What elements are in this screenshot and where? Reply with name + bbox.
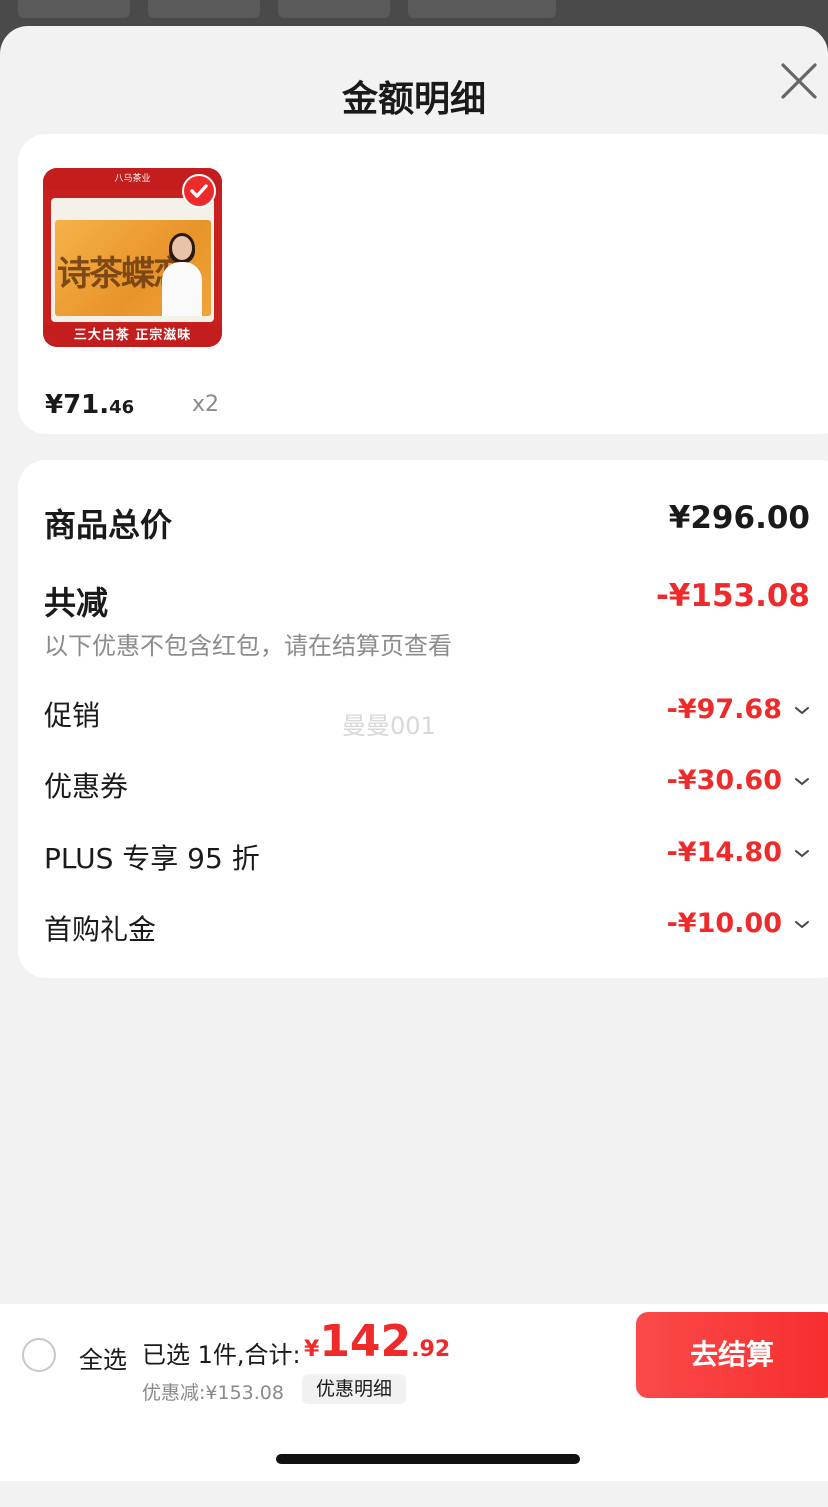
discount-detail-button[interactable]: 优惠明细 <box>302 1374 407 1404</box>
thumb-slogan: 三大白茶 正宗滋味 <box>43 325 222 347</box>
discount-note: 以下优惠不包含红包，请在结算页查看 <box>44 632 452 660</box>
discount-label: PLUS 专享 95 折 <box>44 842 260 875</box>
total-reduce-label: 共减 <box>44 584 109 622</box>
discount-label: 优惠券 <box>44 770 129 803</box>
selected-summary: 已选 1件,合计: <box>142 1341 301 1369</box>
thumb-model <box>160 233 204 316</box>
discount-row-promotion[interactable]: 促销 -¥97.68 <box>44 694 810 734</box>
selected-check-icon <box>182 174 216 208</box>
discount-value: -¥30.60 <box>666 765 782 796</box>
total-price-row: 商品总价 ¥296.00 <box>44 500 810 544</box>
chevron-down-icon <box>795 921 809 929</box>
chevron-down-icon <box>795 778 809 786</box>
home-indicator[interactable] <box>276 1454 580 1464</box>
thumb-tea-box: 诗茶蝶恋 <box>51 198 214 322</box>
close-button[interactable] <box>780 62 818 100</box>
chevron-down-icon <box>795 707 809 715</box>
discount-label: 促销 <box>44 699 101 732</box>
discount-row-coupon[interactable]: 优惠券 -¥30.60 <box>44 765 810 805</box>
home-area <box>0 1414 828 1481</box>
product-card: 八马茶业 诗茶蝶恋 三大白茶 正宗滋味 ¥71.46 x2 <box>18 134 828 434</box>
amount-detail-sheet: 金额明细 八马茶业 诗茶蝶恋 三大白茶 正宗滋味 ¥71.46 x2 商品总价 … <box>0 26 828 1507</box>
total-price-value: ¥296.00 <box>668 500 810 536</box>
chevron-down-icon <box>795 850 809 858</box>
discount-value: -¥14.80 <box>666 837 782 868</box>
total-reduce-row: 共减 -¥153.08 <box>44 578 810 622</box>
product-price: ¥71.46 <box>45 390 135 420</box>
product-thumbnail[interactable]: 八马茶业 诗茶蝶恋 三大白茶 正宗滋味 <box>43 168 222 347</box>
select-all-label[interactable]: 全选 <box>79 1340 127 1375</box>
discount-row-first-purchase[interactable]: 首购礼金 -¥10.00 <box>44 908 810 948</box>
sheet-title: 金额明细 <box>341 79 486 120</box>
discount-row-plus[interactable]: PLUS 专享 95 折 -¥14.80 <box>44 837 810 877</box>
checkout-button[interactable]: 去结算 <box>636 1312 828 1398</box>
total-reduce-value: -¥153.08 <box>655 578 810 614</box>
select-all-radio[interactable] <box>22 1338 56 1372</box>
product-quantity: x2 <box>192 392 220 417</box>
price-summary-card: 商品总价 ¥296.00 共减 -¥153.08 以下优惠不包含红包，请在结算页… <box>18 460 828 978</box>
discount-value: -¥10.00 <box>666 908 782 939</box>
discount-label: 首购礼金 <box>44 913 157 946</box>
total-price-label: 商品总价 <box>44 506 173 544</box>
checkout-total: ¥142.92 <box>304 1316 451 1367</box>
discount-value: -¥97.68 <box>666 694 782 725</box>
close-icon <box>781 63 817 99</box>
saved-amount: 优惠减:¥153.08 <box>142 1382 284 1404</box>
